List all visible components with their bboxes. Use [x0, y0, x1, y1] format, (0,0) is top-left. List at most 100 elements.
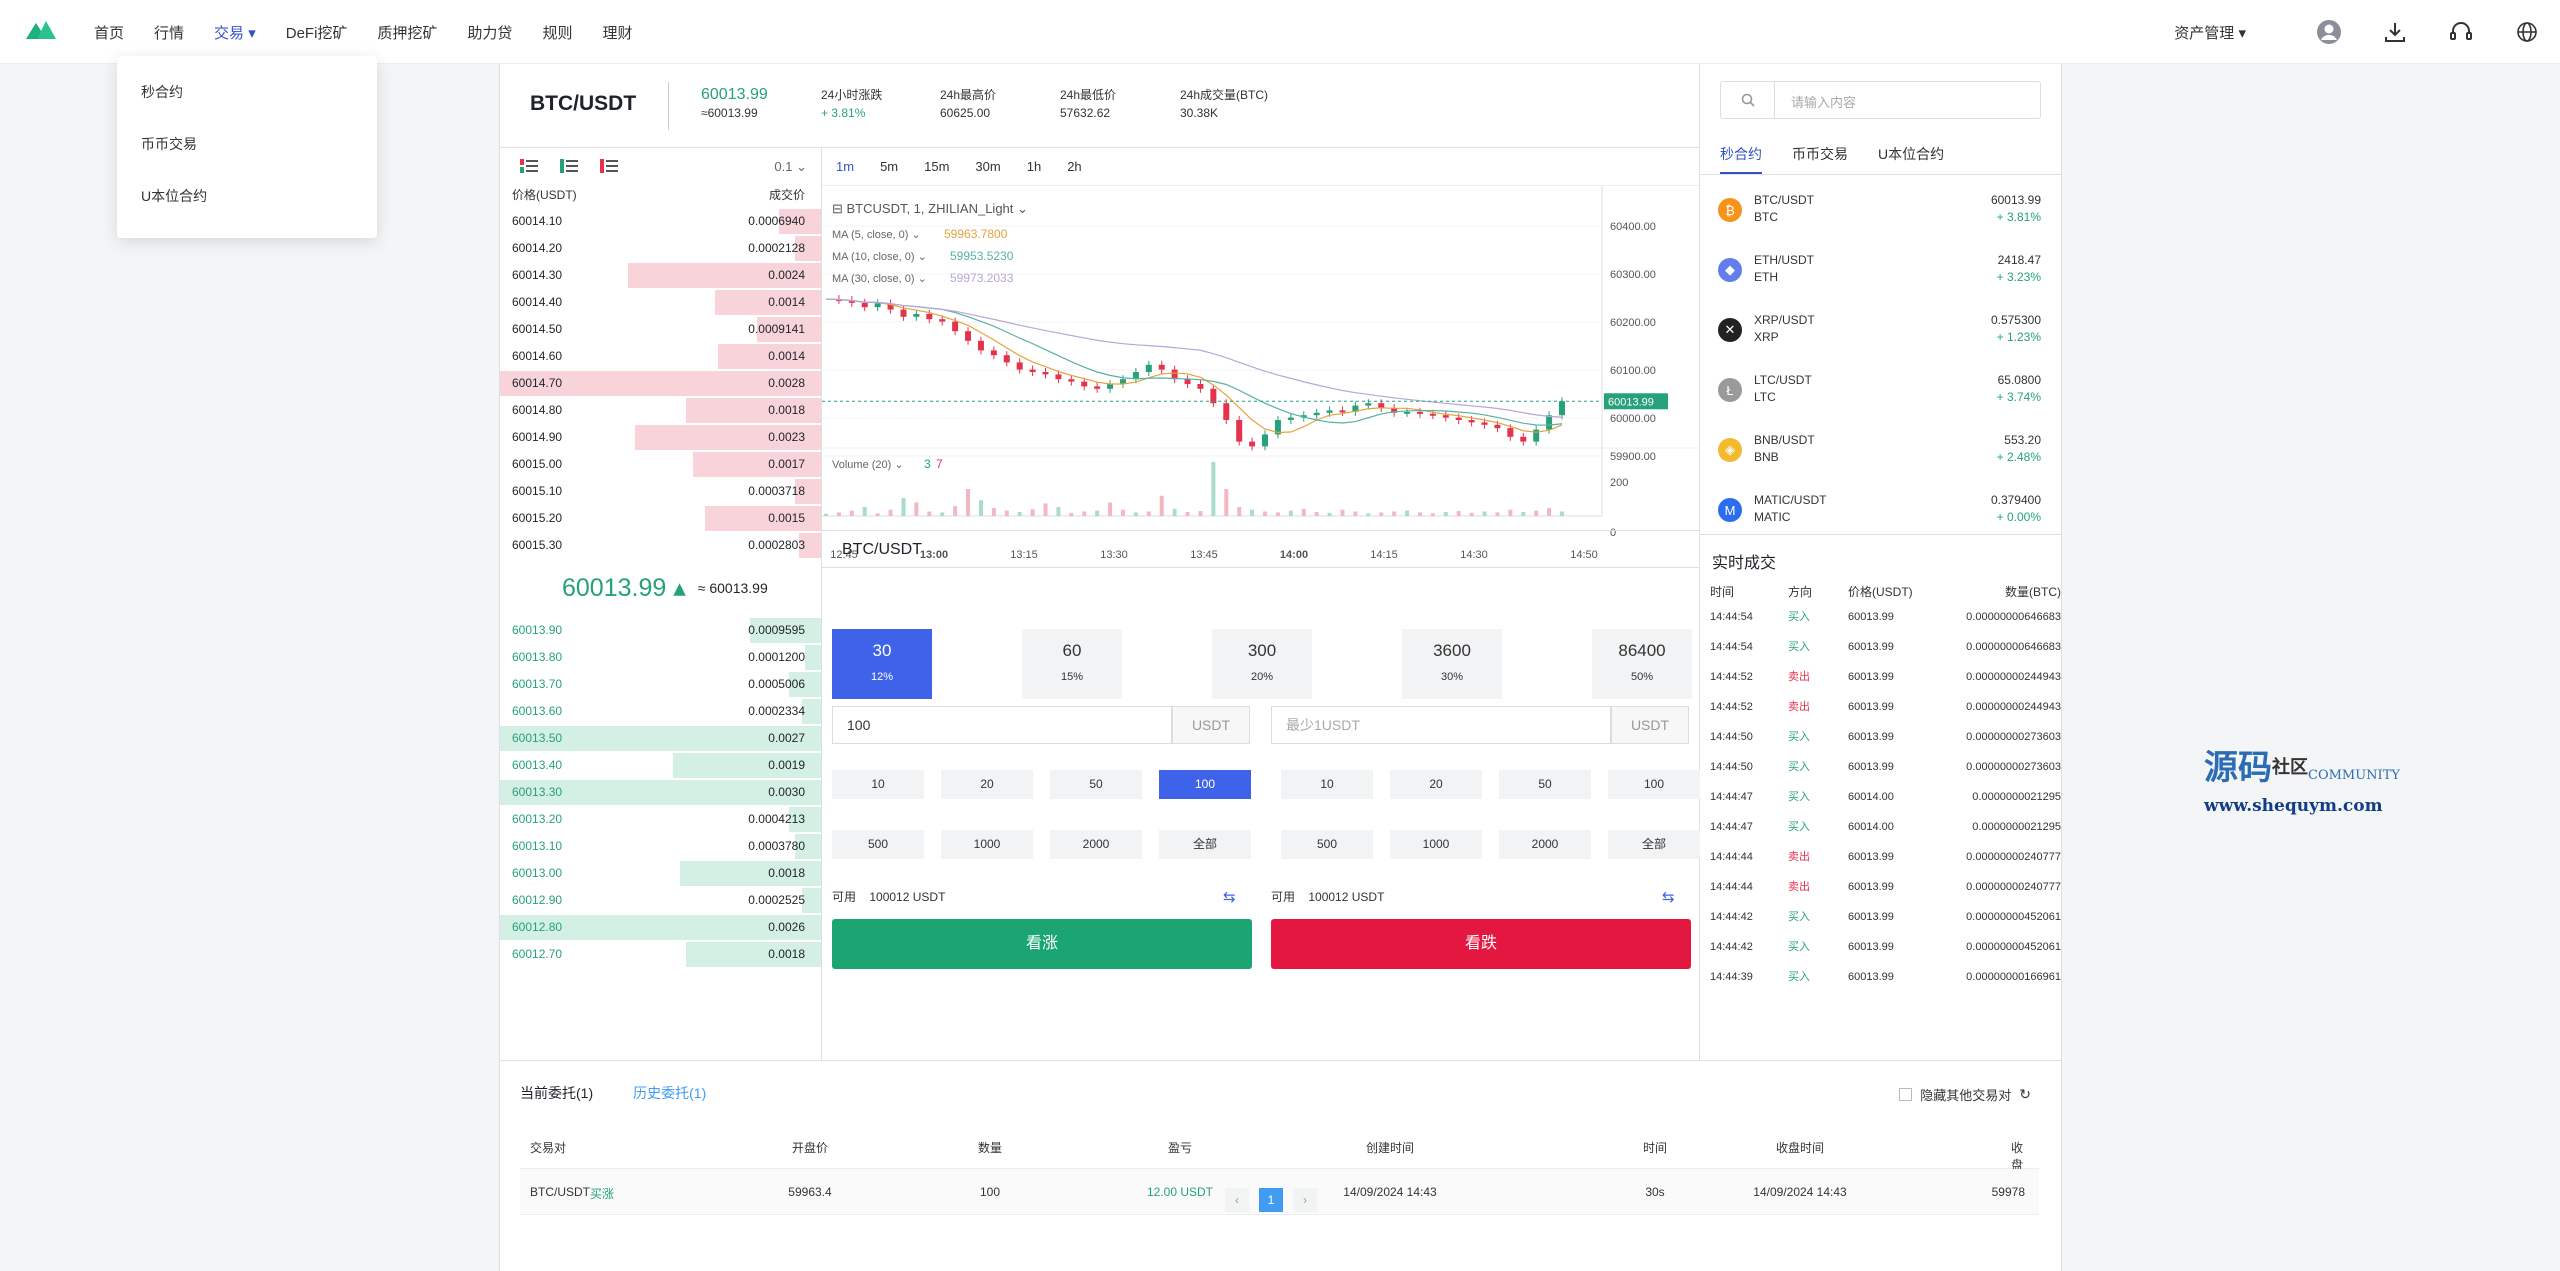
amount-input-down[interactable]: 最少1USDT	[1271, 706, 1611, 744]
buy-down-button[interactable]: 看跌	[1271, 919, 1691, 969]
quick-amount-1000[interactable]: 1000	[941, 830, 1033, 859]
nav-item-0[interactable]: 首页	[94, 22, 124, 43]
tab-tf-1h[interactable]: 1h	[1027, 159, 1041, 174]
quick-amount-20[interactable]: 20	[941, 770, 1033, 799]
buy-up-button[interactable]: 看涨	[832, 919, 1252, 969]
hide-other-checkbox[interactable]	[1899, 1088, 1913, 1101]
candle	[1546, 415, 1553, 430]
book-ask-row[interactable]: 60014.50 0.0009141	[500, 316, 821, 343]
quick-amount-10[interactable]: 10	[1281, 770, 1373, 799]
book-asks-icon[interactable]	[600, 158, 618, 177]
period-86400[interactable]: 86400 50%	[1592, 629, 1692, 699]
dropdown-item-second-contract[interactable]: 秒合约	[117, 66, 377, 118]
period-60[interactable]: 60 15%	[1022, 629, 1122, 699]
book-ask-row[interactable]: 60014.30 0.0024	[500, 262, 821, 289]
nav-item-4[interactable]: 质押挖矿	[377, 22, 437, 43]
period-30[interactable]: 30 12%	[832, 629, 932, 699]
nav-item-1[interactable]: 行情	[154, 22, 184, 43]
dropdown-item-spot[interactable]: 币币交易	[117, 118, 377, 170]
book-ask-row[interactable]: 60015.30 0.0002803	[500, 532, 821, 559]
quick-amount-10[interactable]: 10	[832, 770, 924, 799]
quick-amount-1000[interactable]: 1000	[1390, 830, 1482, 859]
asset-menu[interactable]: 资产管理 ▾	[2174, 22, 2246, 43]
market-item[interactable]: Ł LTC/USDT LTC 65.0800 + 3.74%	[1700, 360, 2061, 420]
book-bid-row[interactable]: 60013.40 0.0019	[500, 752, 821, 779]
book-both-icon[interactable]	[520, 158, 538, 177]
market-item[interactable]: ◆ ETH/USDT ETH 2418.47 + 3.23%	[1700, 240, 2061, 300]
nav-item-3[interactable]: DeFi挖矿	[286, 22, 348, 43]
nav-item-2[interactable]: 交易 ▾	[214, 22, 256, 43]
book-bids-icon[interactable]	[560, 158, 578, 177]
book-ask-row[interactable]: 60014.20 0.0002128	[500, 235, 821, 262]
logo-icon[interactable]	[26, 19, 56, 41]
quick-amount-500[interactable]: 500	[1281, 830, 1373, 859]
transfer-icon[interactable]: ⇆	[1223, 888, 1236, 906]
book-bid-row[interactable]: 60013.30 0.0030	[500, 779, 821, 806]
book-bid-row[interactable]: 60012.80 0.0026	[500, 914, 821, 941]
tab-history-orders[interactable]: 历史委托(1)	[633, 1083, 706, 1103]
nav-item-7[interactable]: 理财	[602, 22, 632, 43]
book-bid-row[interactable]: 60013.50 0.0027	[500, 725, 821, 752]
period-3600[interactable]: 3600 30%	[1402, 629, 1502, 699]
book-ask-row[interactable]: 60014.90 0.0023	[500, 424, 821, 451]
refresh-icon[interactable]: ↻	[2019, 1086, 2031, 1103]
book-ask-row[interactable]: 60014.10 0.0006940	[500, 208, 821, 235]
book-ask-row[interactable]: 60015.20 0.0015	[500, 505, 821, 532]
next-page-button[interactable]: ›	[1293, 1188, 1317, 1212]
tab-tf-30m[interactable]: 30m	[975, 159, 1000, 174]
tab-tf-1m[interactable]: 1m	[836, 159, 854, 174]
quick-amount-100[interactable]: 100	[1159, 770, 1251, 799]
nav-item-6[interactable]: 规则	[542, 22, 572, 43]
book-bid-row[interactable]: 60013.20 0.0004213	[500, 806, 821, 833]
dropdown-item-usdt-futures[interactable]: U本位合约	[117, 170, 377, 222]
support-icon[interactable]	[2428, 21, 2494, 43]
tab-tf-5m[interactable]: 5m	[880, 159, 898, 174]
market-tab-1[interactable]: 币币交易	[1792, 144, 1848, 174]
quick-amount-500[interactable]: 500	[832, 830, 924, 859]
amount-input[interactable]: 100	[832, 706, 1172, 744]
quick-amount-20[interactable]: 20	[1390, 770, 1482, 799]
book-ask-row[interactable]: 60014.60 0.0014	[500, 343, 821, 370]
transfer-icon-2[interactable]: ⇆	[1662, 888, 1675, 906]
market-tab-0[interactable]: 秒合约	[1720, 144, 1762, 174]
tab-current-orders[interactable]: 当前委托(1)	[520, 1083, 593, 1103]
download-icon[interactable]	[2362, 21, 2428, 43]
prev-page-button[interactable]: ‹	[1225, 1188, 1249, 1212]
quick-amount-全部[interactable]: 全部	[1159, 830, 1251, 859]
market-item[interactable]: M MATIC/USDT MATIC 0.379400 + 0.00%	[1700, 480, 2061, 540]
book-bid-row[interactable]: 60013.00 0.0018	[500, 860, 821, 887]
book-ask-row[interactable]: 60014.40 0.0014	[500, 289, 821, 316]
book-bid-row[interactable]: 60013.10 0.0003780	[500, 833, 821, 860]
market-item[interactable]: ✕ XRP/USDT XRP 0.575300 + 1.23%	[1700, 300, 2061, 360]
quick-amount-50[interactable]: 50	[1499, 770, 1591, 799]
book-bid-row[interactable]: 60012.90 0.0002525	[500, 887, 821, 914]
mid-price: 60013.99 ▴ ≈ 60013.99	[562, 574, 768, 602]
user-icon[interactable]	[2296, 19, 2362, 45]
nav-item-5[interactable]: 助力贷	[467, 22, 512, 43]
book-ask-row[interactable]: 60014.70 0.0028	[500, 370, 821, 397]
quick-amount-100[interactable]: 100	[1608, 770, 1700, 799]
market-tab-2[interactable]: U本位合约	[1878, 144, 1944, 174]
book-bid-row[interactable]: 60013.80 0.0001200	[500, 644, 821, 671]
bid-price: 60013.50	[512, 731, 563, 745]
book-bid-row[interactable]: 60013.70 0.0005006	[500, 671, 821, 698]
tab-tf-15m[interactable]: 15m	[924, 159, 949, 174]
period-300[interactable]: 300 20%	[1212, 629, 1312, 699]
market-item[interactable]: ◈ BNB/USDT BNB 553.20 + 2.48%	[1700, 420, 2061, 480]
book-bid-row[interactable]: 60013.60 0.0002334	[500, 698, 821, 725]
quick-amount-2000[interactable]: 2000	[1050, 830, 1142, 859]
book-ask-row[interactable]: 60015.10 0.0003718	[500, 478, 821, 505]
book-ask-row[interactable]: 60014.80 0.0018	[500, 397, 821, 424]
page-number[interactable]: 1	[1259, 1188, 1283, 1212]
quick-amount-2000[interactable]: 2000	[1499, 830, 1591, 859]
tab-tf-2h[interactable]: 2h	[1067, 159, 1081, 174]
quick-amount-50[interactable]: 50	[1050, 770, 1142, 799]
globe-icon[interactable]	[2494, 21, 2560, 43]
quick-amount-全部[interactable]: 全部	[1608, 830, 1700, 859]
search-input[interactable]: 请输入内容	[1720, 81, 2041, 119]
depth-select[interactable]: 0.1 ⌄	[774, 159, 807, 175]
market-item[interactable]: ₿ BTC/USDT BTC 60013.99 + 3.81%	[1700, 180, 2061, 240]
book-bid-row[interactable]: 60012.70 0.0018	[500, 941, 821, 968]
book-bid-row[interactable]: 60013.90 0.0009595	[500, 617, 821, 644]
book-ask-row[interactable]: 60015.00 0.0017	[500, 451, 821, 478]
